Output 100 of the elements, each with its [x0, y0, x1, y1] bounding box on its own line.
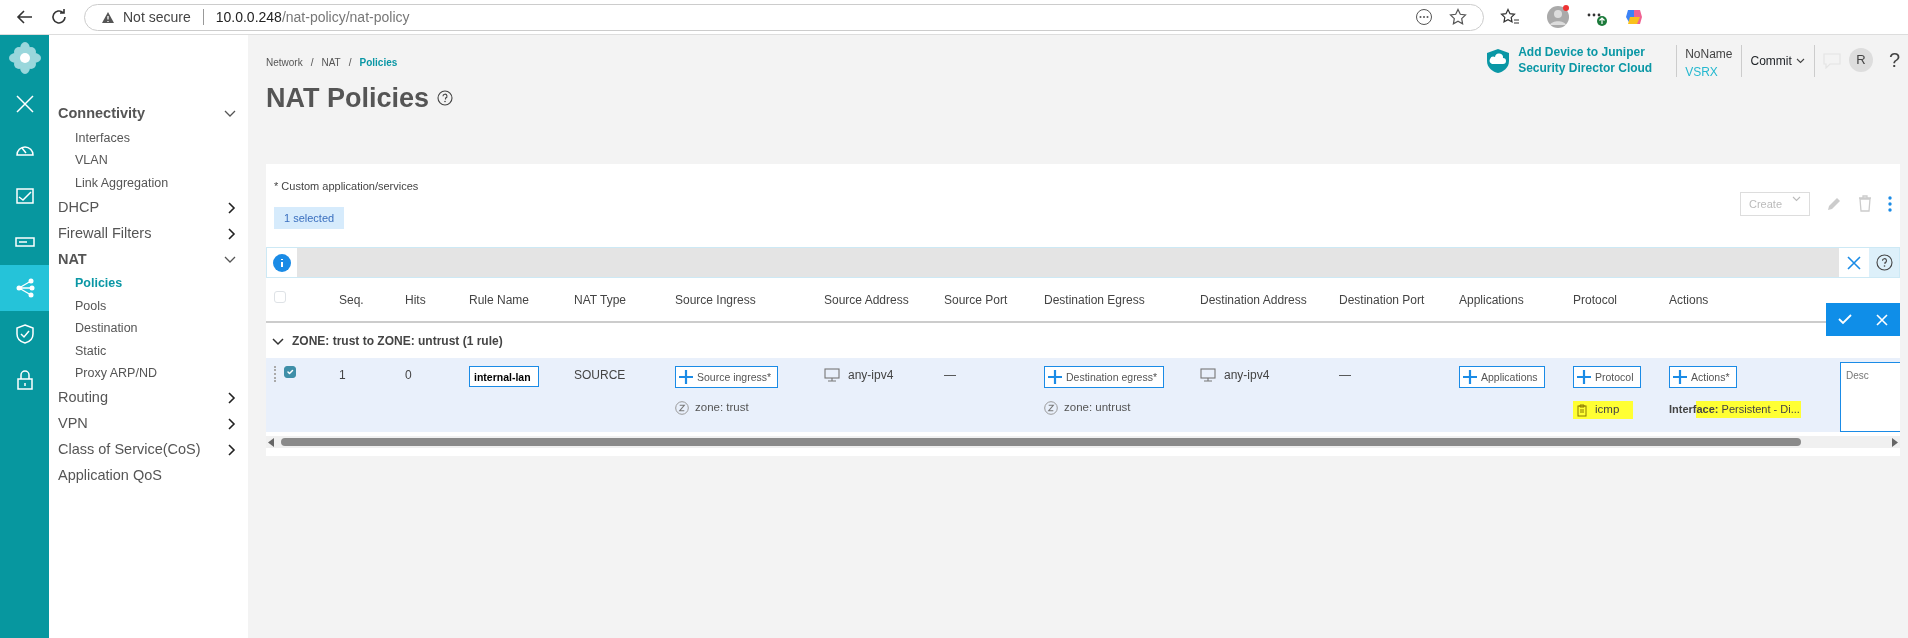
chevron-right-icon: [228, 201, 236, 214]
monitor-icon: [824, 368, 840, 383]
commit-menu[interactable]: Commit: [1749, 51, 1806, 71]
nav-group[interactable]: Connectivity: [49, 101, 248, 127]
chevron-right-icon: [228, 392, 236, 404]
nav-item[interactable]: Proxy ARP/ND: [49, 362, 157, 385]
page-title: NAT Policies: [266, 82, 430, 115]
help-icon[interactable]: [1875, 254, 1893, 272]
nav-item[interactable]: Policies: [49, 272, 123, 295]
shield-icon: [13, 323, 36, 345]
protocol-value: icmp: [1595, 402, 1620, 418]
breadcrumb-link[interactable]: NAT: [321, 55, 341, 70]
scroll-left-icon[interactable]: [268, 437, 275, 447]
plus-icon: [1048, 370, 1062, 385]
breadcrumb-link[interactable]: Network: [266, 55, 303, 70]
column-header[interactable]: NAT Type: [574, 290, 675, 309]
breadcrumb-separator: /: [310, 56, 314, 70]
nav-item[interactable]: Destination: [49, 317, 138, 340]
more-options-icon[interactable]: [1888, 195, 1892, 212]
reload-icon[interactable]: [50, 8, 68, 26]
security-label: Not secure: [123, 7, 191, 27]
row-checkbox[interactable]: [284, 366, 296, 379]
plus-icon: [1577, 370, 1591, 385]
avatar[interactable]: R: [1848, 48, 1873, 72]
column-header[interactable]: Source Ingress: [675, 290, 824, 309]
add-button[interactable]: Destination egress*: [1044, 366, 1165, 389]
rail-button[interactable]: [0, 265, 49, 311]
nav-item[interactable]: VLAN: [49, 149, 108, 172]
select-all-checkbox[interactable]: [274, 290, 286, 303]
caret-icon: [1795, 58, 1805, 64]
add-button[interactable]: Applications: [1459, 366, 1545, 389]
address-bar[interactable]: Not secure 10.0.0.248/nat-policy/nat-policy: [84, 3, 1484, 31]
table-cell: 1: [339, 368, 346, 383]
add-button[interactable]: Actions*: [1669, 366, 1737, 389]
column-header[interactable]: Source Port: [944, 290, 1044, 309]
nav-group[interactable]: DHCP: [49, 194, 248, 221]
check-icon[interactable]: [1838, 314, 1852, 326]
profile-icon[interactable]: [1546, 5, 1570, 29]
nav-group[interactable]: NAT: [49, 246, 248, 273]
table-cell: —: [944, 368, 956, 383]
breadcrumb-separator: /: [348, 56, 352, 70]
column-header[interactable]: Destination Address: [1200, 290, 1339, 309]
monitor-icon: [1200, 368, 1216, 383]
nav-group[interactable]: Application QoS: [49, 463, 248, 489]
add-button[interactable]: Source ingress*: [675, 366, 779, 389]
star-icon[interactable]: [1449, 8, 1467, 26]
back-icon[interactable]: [16, 8, 34, 26]
nav-item[interactable]: Static: [49, 340, 107, 363]
column-header[interactable]: Seq.: [339, 290, 405, 309]
nav-group[interactable]: VPN: [49, 411, 248, 437]
column-header[interactable]: Actions: [1669, 290, 1840, 309]
description-field[interactable]: Desc: [1840, 362, 1900, 433]
favorites-icon[interactable]: [1500, 8, 1520, 26]
nav-item[interactable]: Link Aggregation: [49, 172, 169, 195]
cloud-shield-icon[interactable]: [1486, 47, 1511, 74]
nav-group[interactable]: Firewall Filters: [49, 220, 248, 247]
table-cell: SOURCE: [574, 368, 626, 383]
note-text: * Custom application/services: [274, 179, 419, 195]
column-header[interactable]: Source Address: [824, 290, 944, 309]
info-icon[interactable]: [273, 253, 291, 272]
group-label: ZONE: trust to ZONE: untrust (1 rule): [292, 332, 503, 350]
address-text: any-ipv4: [1224, 367, 1270, 385]
nav-item[interactable]: Pools: [49, 295, 107, 318]
caret-icon: [1792, 195, 1801, 202]
chevron-right-icon: [228, 418, 236, 430]
close-icon: [13, 93, 36, 115]
column-header[interactable]: Destination Egress: [1044, 290, 1200, 309]
scroll-right-icon[interactable]: [1891, 437, 1898, 447]
nav-item[interactable]: Interfaces: [49, 127, 130, 150]
zone-icon: [1044, 401, 1058, 415]
table-cell: —: [1339, 368, 1351, 383]
close-icon[interactable]: [1847, 255, 1861, 270]
logo-icon: [7, 41, 42, 75]
column-header[interactable]: Protocol: [1573, 290, 1669, 309]
scrollbar-thumb[interactable]: [281, 438, 1801, 447]
assistant-icon[interactable]: [1624, 7, 1644, 27]
nav-group[interactable]: Routing: [49, 385, 248, 411]
column-header[interactable]: Destination Port: [1339, 290, 1459, 309]
nav-group[interactable]: Class of Service(CoS): [49, 437, 248, 463]
more-icon[interactable]: [1415, 8, 1433, 26]
selection-count: 1 selected: [274, 206, 345, 230]
column-header[interactable]: Rule Name: [469, 290, 574, 309]
help-link[interactable]: ?: [1888, 45, 1900, 75]
zone-text: zone: trust: [695, 400, 749, 416]
address-text: any-ipv4: [848, 367, 894, 385]
table-cell: 0: [405, 368, 412, 383]
help-icon[interactable]: [437, 90, 454, 107]
zone-icon: [675, 401, 689, 415]
url-text: 10.0.0.248/nat-policy/nat-policy: [215, 7, 410, 27]
rule-name-field[interactable]: internal-lan: [469, 366, 539, 388]
clipboard-icon: [1577, 403, 1587, 417]
column-header[interactable]: Hits: [405, 290, 469, 309]
plus-icon: [1463, 370, 1477, 385]
column-header[interactable]: Applications: [1459, 290, 1573, 309]
warning-icon: [101, 10, 115, 24]
chevron-down-icon: [272, 337, 284, 346]
device-name: NoName: [1685, 46, 1733, 63]
zone-text: zone: untrust: [1064, 400, 1131, 416]
add-button[interactable]: Protocol: [1573, 366, 1641, 389]
chevron-down-icon: [224, 255, 236, 264]
